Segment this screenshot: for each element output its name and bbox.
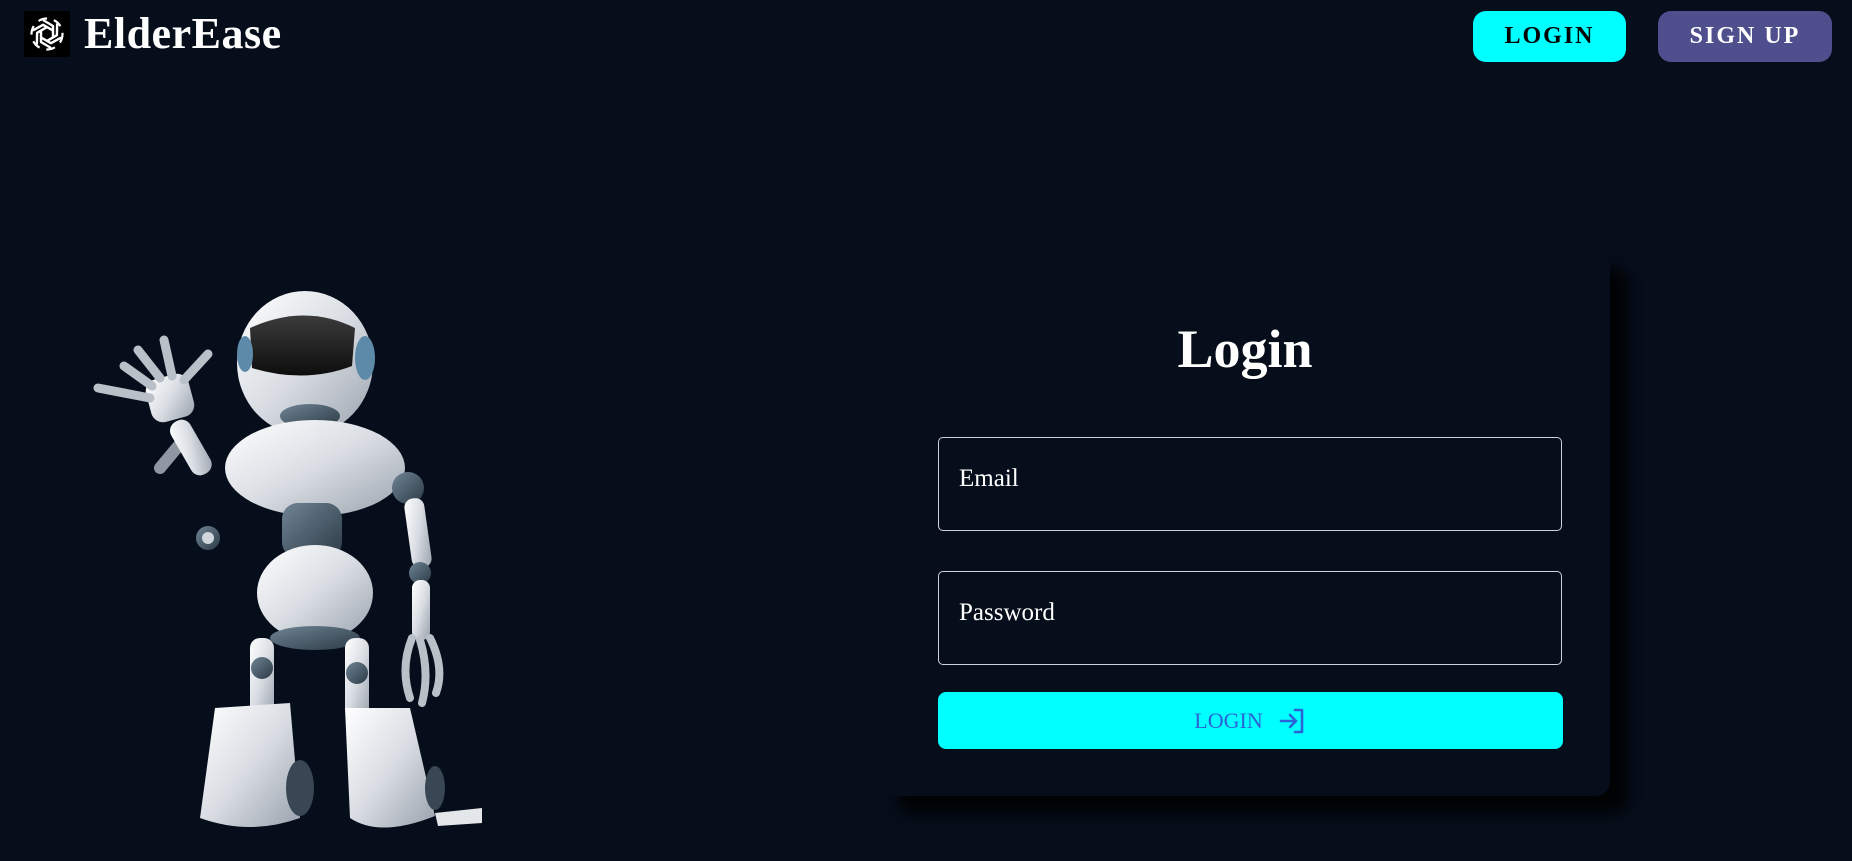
brand[interactable]: ElderEase [24, 10, 282, 58]
nav-signup-button[interactable]: SIGN UP [1658, 11, 1832, 62]
email-field[interactable] [938, 437, 1562, 531]
waving-robot-illustration [90, 288, 490, 848]
password-field[interactable] [938, 571, 1562, 665]
brand-name: ElderEase [84, 9, 282, 58]
email-input[interactable] [939, 438, 1561, 530]
nav-login-button[interactable]: LOGIN [1473, 11, 1626, 62]
login-title: Login [1177, 319, 1313, 379]
sign-in-arrow-icon [1277, 706, 1307, 736]
password-input[interactable] [939, 572, 1561, 664]
openai-knot-icon [24, 11, 70, 57]
login-card: Login LOGIN [880, 250, 1610, 796]
page: ElderEase LOGIN SIGN UP Login Email LOGI… [0, 0, 1852, 861]
login-submit-button[interactable]: LOGIN [938, 692, 1563, 749]
login-submit-label: LOGIN [1194, 707, 1263, 733]
